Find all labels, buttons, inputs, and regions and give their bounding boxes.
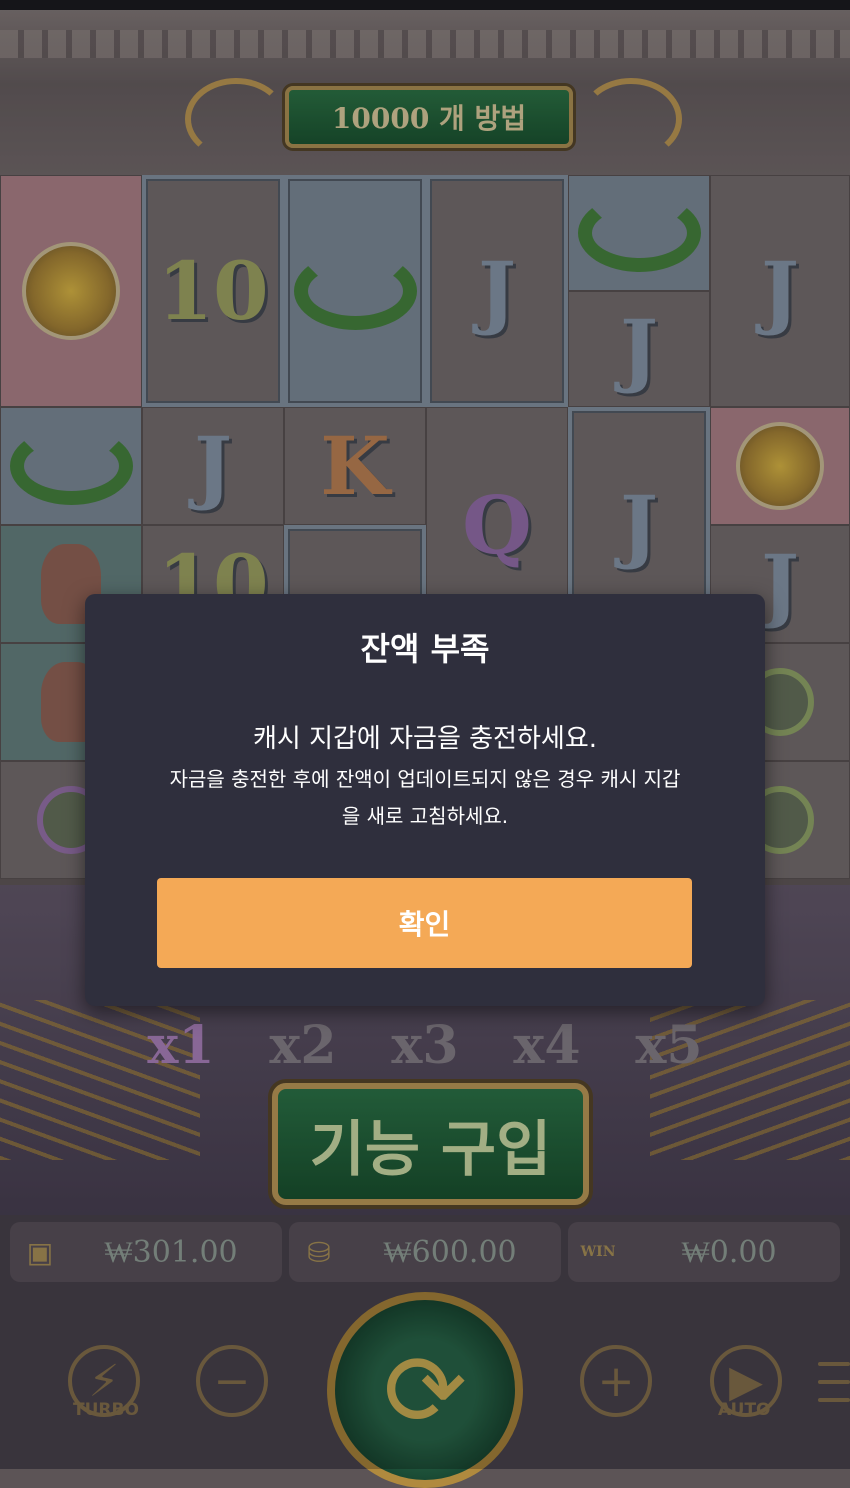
insufficient-balance-dialog: 잔액 부족 캐시 지갑에 자금을 충전하세요. 자금을 충전한 후에 잔액이 업… xyxy=(85,594,765,1006)
dialog-title: 잔액 부족 xyxy=(360,630,490,668)
dialog-sub-message: 자금을 충전한 후에 잔액이 업데이트되지 않은 경우 캐시 지갑을 새로 고침… xyxy=(169,767,681,828)
confirm-button[interactable]: 확인 xyxy=(157,878,692,968)
dialog-message: 캐시 지갑에 자금을 충전하세요. xyxy=(252,724,598,754)
